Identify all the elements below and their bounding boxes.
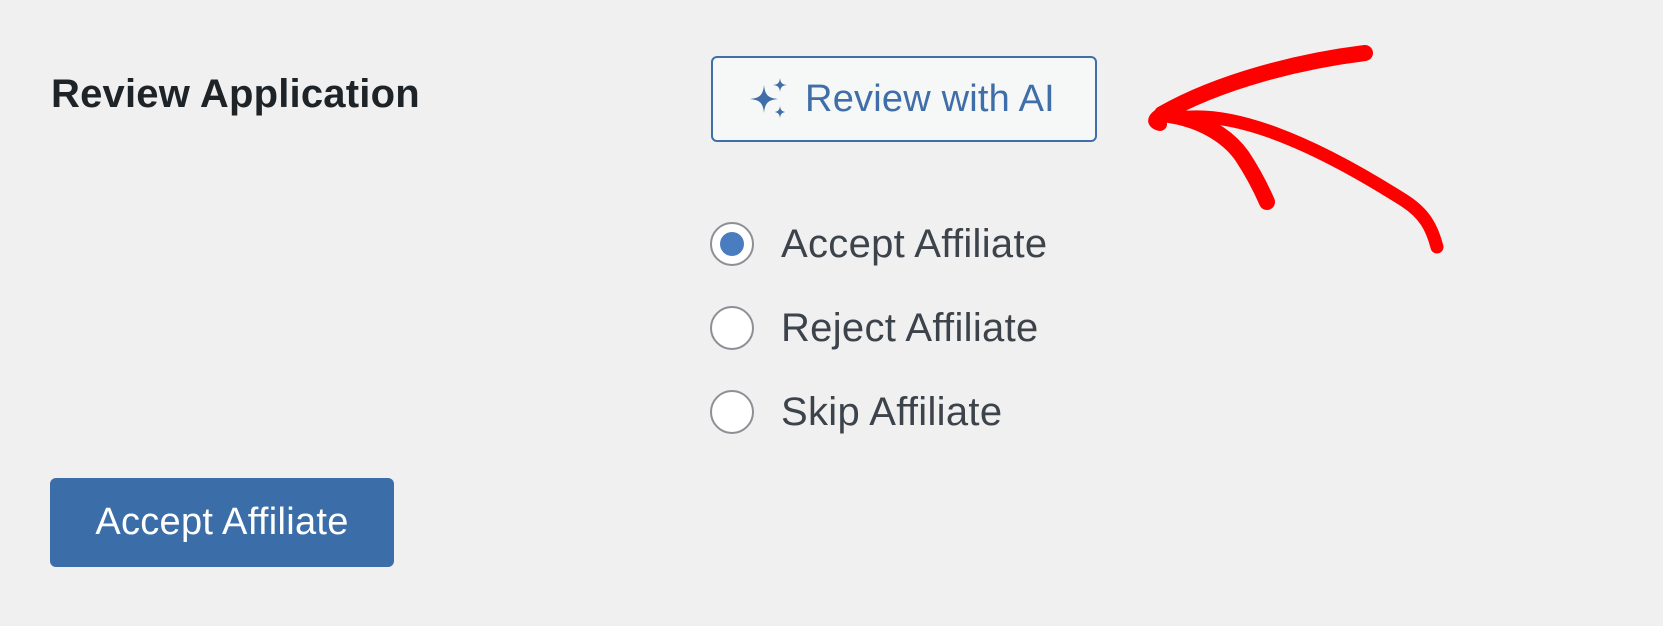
red-arrow-annotation-icon	[1148, 45, 1444, 254]
radio-label-reject: Reject Affiliate	[781, 305, 1039, 350]
review-with-ai-label: Review with AI	[805, 77, 1055, 120]
radio-selected-dot	[720, 232, 744, 256]
radio-option-reject[interactable]: Reject Affiliate	[710, 286, 1047, 370]
radio-option-accept[interactable]: Accept Affiliate	[710, 202, 1047, 286]
section-title: Review Application	[51, 72, 420, 116]
affiliate-decision-radio-group: Accept Affiliate Reject Affiliate Skip A…	[710, 202, 1047, 454]
review-with-ai-button[interactable]: Review with AI	[711, 56, 1097, 142]
radio-reject-affiliate[interactable]	[710, 306, 754, 350]
radio-option-skip[interactable]: Skip Affiliate	[710, 370, 1047, 454]
sparkle-icon	[747, 77, 791, 121]
radio-label-accept: Accept Affiliate	[781, 221, 1048, 266]
radio-skip-affiliate[interactable]	[710, 390, 754, 434]
accept-affiliate-button[interactable]: Accept Affiliate	[50, 478, 394, 567]
radio-label-skip: Skip Affiliate	[781, 389, 1003, 434]
radio-accept-affiliate[interactable]	[710, 222, 754, 266]
